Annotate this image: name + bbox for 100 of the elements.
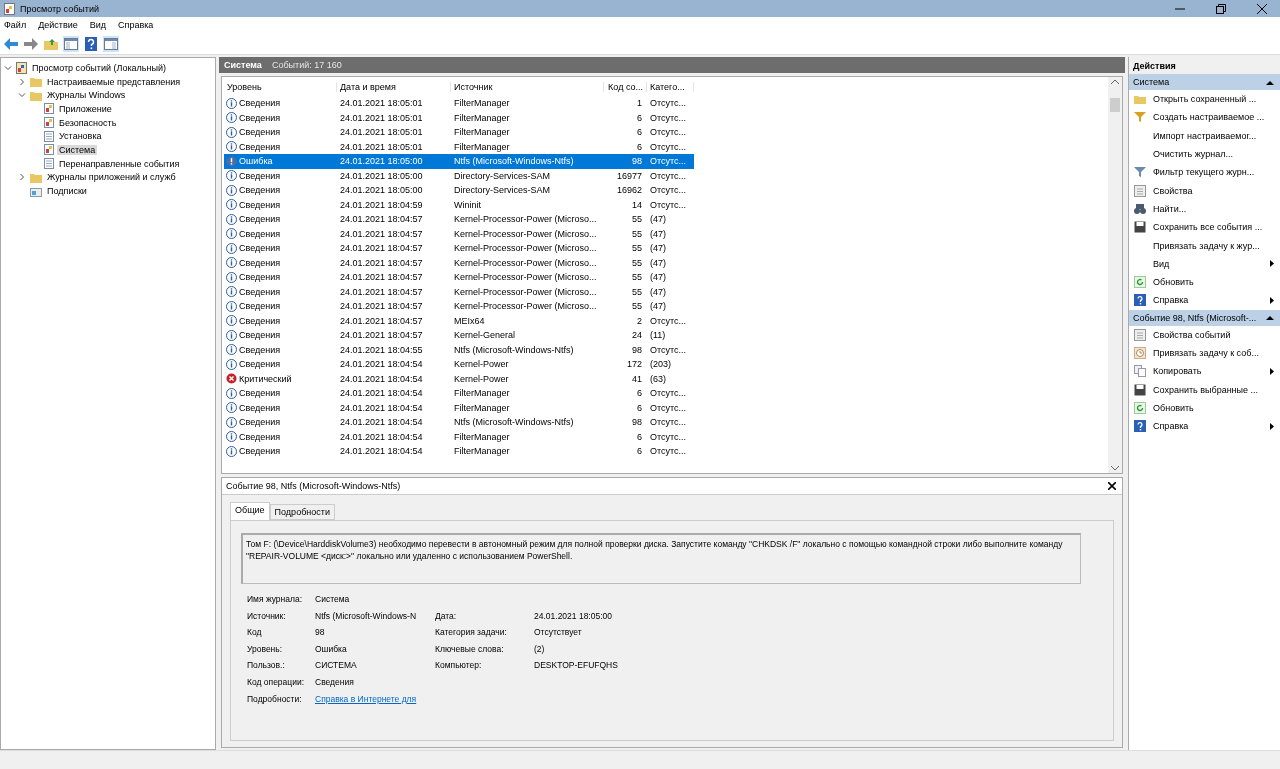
chevron-icon[interactable]: [18, 173, 26, 182]
forward-button[interactable]: [23, 35, 39, 52]
event-row[interactable]: Сведения 24.01.2021 18:04:57 Kernel-Processor-Power (Microso... 55 (47): [224, 226, 694, 241]
event-row[interactable]: Сведения 24.01.2021 18:04:54 FilterManager 6 Отсутс...: [224, 386, 694, 401]
tab[interactable]: Подробности: [269, 504, 335, 520]
tab[interactable]: Общие: [230, 502, 270, 520]
menu-item[interactable]: Вид: [89, 20, 106, 30]
tree-item[interactable]: Журналы приложений и служб: [45, 172, 178, 183]
action-item[interactable]: Создать настраиваемое ...: [1129, 108, 1280, 127]
action-item[interactable]: Открыть сохраненный ...: [1129, 90, 1280, 109]
code-text: 98: [632, 344, 642, 355]
event-row[interactable]: Сведения 24.01.2021 18:05:01 FilterManager 6 Отсутс...: [224, 125, 694, 140]
action-item[interactable]: Свойства: [1129, 181, 1280, 200]
refresh-icon: [1134, 276, 1146, 289]
event-row[interactable]: Сведения 24.01.2021 18:04:55 Ntfs (Microsoft-Windows-Ntfs) 98 Отсутс...: [224, 342, 694, 357]
event-row[interactable]: Сведения 24.01.2021 18:04:59 Wininit 14 Отсутс...: [224, 197, 694, 212]
column-header[interactable]: Источник: [451, 81, 604, 92]
chevron-icon[interactable]: [18, 91, 26, 100]
tree-item[interactable]: Журналы Windows: [45, 90, 128, 101]
action-item[interactable]: Привязать задачу к жур...: [1129, 236, 1280, 255]
code-text: 6: [637, 127, 642, 138]
event-row[interactable]: Сведения 24.01.2021 18:05:00 Directory-Services-SAM 16962 Отсутс...: [224, 183, 694, 198]
close-icon[interactable]: [1108, 482, 1116, 490]
event-row[interactable]: Сведения 24.01.2021 18:04:57 Kernel-Processor-Power (Microso... 55 (47): [224, 284, 694, 299]
scroll-up-icon[interactable]: [1111, 79, 1119, 84]
menu-item[interactable]: Файл: [4, 20, 27, 30]
tree-item[interactable]: Безопасность: [57, 117, 119, 128]
event-row[interactable]: Сведения 24.01.2021 18:05:01 FilterManager 1 Отсутс...: [224, 96, 694, 111]
action-item[interactable]: Фильтр текущего журн...: [1129, 163, 1280, 182]
help-link[interactable]: Справка в Интернете для: [315, 693, 417, 704]
event-row[interactable]: Сведения 24.01.2021 18:04:54 FilterManager 6 Отсутс...: [224, 400, 694, 415]
event-row[interactable]: Сведения 24.01.2021 18:05:01 FilterManager 6 Отсутс...: [224, 139, 694, 154]
scrollbar[interactable]: [1108, 77, 1122, 473]
menu-item[interactable]: Действие: [38, 20, 78, 30]
action-item[interactable]: Очистить журнал...: [1129, 144, 1280, 164]
source-text: FilterManager: [454, 388, 510, 399]
tree-item[interactable]: Подписки: [45, 186, 89, 197]
action-item[interactable]: Привязать задачу к соб...: [1129, 343, 1280, 363]
event-row[interactable]: Сведения 24.01.2021 18:04:54 Kernel-Power 172 (203): [224, 357, 694, 372]
collapse-icon[interactable]: [1266, 79, 1274, 85]
scroll-down-icon[interactable]: [1111, 466, 1119, 471]
event-row[interactable]: Сведения 24.01.2021 18:04:57 Kernel-Processor-Power (Microso... 55 (47): [224, 241, 694, 256]
event-row[interactable]: Сведения 24.01.2021 18:05:00 Directory-Services-SAM 16977 Отсутс...: [224, 168, 694, 183]
help-button[interactable]: [83, 35, 99, 52]
section-header[interactable]: Событие 98, Ntfs (Microsoft-...: [1129, 309, 1280, 326]
chevron-icon[interactable]: [4, 63, 12, 72]
info-icon: [226, 445, 237, 457]
info-icon: [226, 97, 237, 109]
action-item[interactable]: Сохранить выбранные ...: [1129, 380, 1280, 399]
field-value: DESKTOP-EFUFQHS: [534, 660, 619, 671]
event-row[interactable]: Сведения 24.01.2021 18:04:54 Ntfs (Microsoft-Windows-Ntfs) 98 Отсутс...: [224, 415, 694, 430]
date-text: 24.01.2021 18:04:54: [340, 431, 423, 442]
source-text: Kernel-Processor-Power (Microso...: [454, 286, 597, 297]
info-icon: [226, 402, 237, 414]
action-item[interactable]: Обновить: [1129, 272, 1280, 292]
scroll-thumb[interactable]: [1110, 98, 1120, 112]
action-item[interactable]: Найти...: [1129, 199, 1280, 219]
event-row[interactable]: Сведения 24.01.2021 18:04:57 Kernel-Processor-Power (Microso... 55 (47): [224, 270, 694, 285]
tree-item[interactable]: Настраиваемые представления: [45, 76, 183, 87]
action-item[interactable]: Вид: [1129, 254, 1280, 273]
field-value: 24.01.2021 18:05:00: [534, 610, 613, 621]
critical-icon: [226, 373, 237, 385]
action-item[interactable]: Импорт настраиваемог...: [1129, 126, 1280, 145]
date-text: 24.01.2021 18:04:59: [340, 199, 423, 210]
chevron-icon[interactable]: [18, 77, 26, 86]
event-row[interactable]: Сведения 24.01.2021 18:04:57 Kernel-Processor-Power (Microso... 55 (47): [224, 255, 694, 270]
event-row[interactable]: Сведения 24.01.2021 18:04:57 MEIx64 2 Отсутс...: [224, 313, 694, 328]
column-header[interactable]: Код со...: [604, 81, 647, 92]
event-row[interactable]: Сведения 24.01.2021 18:04:54 FilterManager 6 Отсутс...: [224, 429, 694, 444]
tree-item[interactable]: Установка: [57, 131, 104, 142]
action-item[interactable]: Справка: [1129, 417, 1280, 436]
tree-item[interactable]: Перенаправленные события: [57, 158, 182, 169]
event-row[interactable]: Сведения 24.01.2021 18:04:54 FilterManager 6 Отсутс...: [224, 444, 694, 459]
event-row[interactable]: Сведения 24.01.2021 18:04:57 Kernel-Processor-Power (Microso... 55 (47): [224, 299, 694, 314]
menu-item[interactable]: Справка: [118, 20, 154, 30]
action-item[interactable]: Свойства событий: [1129, 325, 1280, 344]
info-icon: [226, 112, 237, 124]
action-item[interactable]: Обновить: [1129, 398, 1280, 418]
actions-header: Действия: [1129, 57, 1280, 74]
column-header[interactable]: Дата и время: [337, 81, 451, 92]
date-text: 24.01.2021 18:04:57: [340, 272, 423, 283]
source-text: FilterManager: [454, 446, 510, 457]
column-header[interactable]: Уровень: [224, 81, 337, 92]
column-header[interactable]: Катего...: [647, 81, 694, 92]
event-row[interactable]: Сведения 24.01.2021 18:04:57 Kernel-Processor-Power (Microso... 55 (47): [224, 212, 694, 227]
event-row[interactable]: Ошибка 24.01.2021 18:05:00 Ntfs (Microsoft-Windows-Ntfs) 98 Отсутс...: [224, 154, 694, 169]
event-row[interactable]: Сведения 24.01.2021 18:04:57 Kernel-General 24 (11): [224, 328, 694, 343]
field-value: Система: [315, 594, 351, 604]
action-item[interactable]: Справка: [1129, 291, 1280, 310]
collapse-icon[interactable]: [1266, 315, 1274, 321]
action-item[interactable]: Сохранить все события ...: [1129, 218, 1280, 237]
event-row[interactable]: Критический 24.01.2021 18:04:54 Kernel-Power 41 (63): [224, 371, 694, 386]
event-row[interactable]: Сведения 24.01.2021 18:05:01 FilterManager 6 Отсутс...: [224, 110, 694, 125]
section-header[interactable]: Система: [1129, 74, 1280, 90]
tree-item[interactable]: Система: [57, 144, 98, 155]
tree-item[interactable]: Просмотр событий (Локальный): [30, 62, 168, 73]
console-tree-button[interactable]: [63, 35, 79, 52]
action-pane-button[interactable]: [103, 35, 119, 52]
action-item[interactable]: Копировать: [1129, 362, 1280, 381]
tree-item[interactable]: Приложение: [57, 103, 114, 114]
